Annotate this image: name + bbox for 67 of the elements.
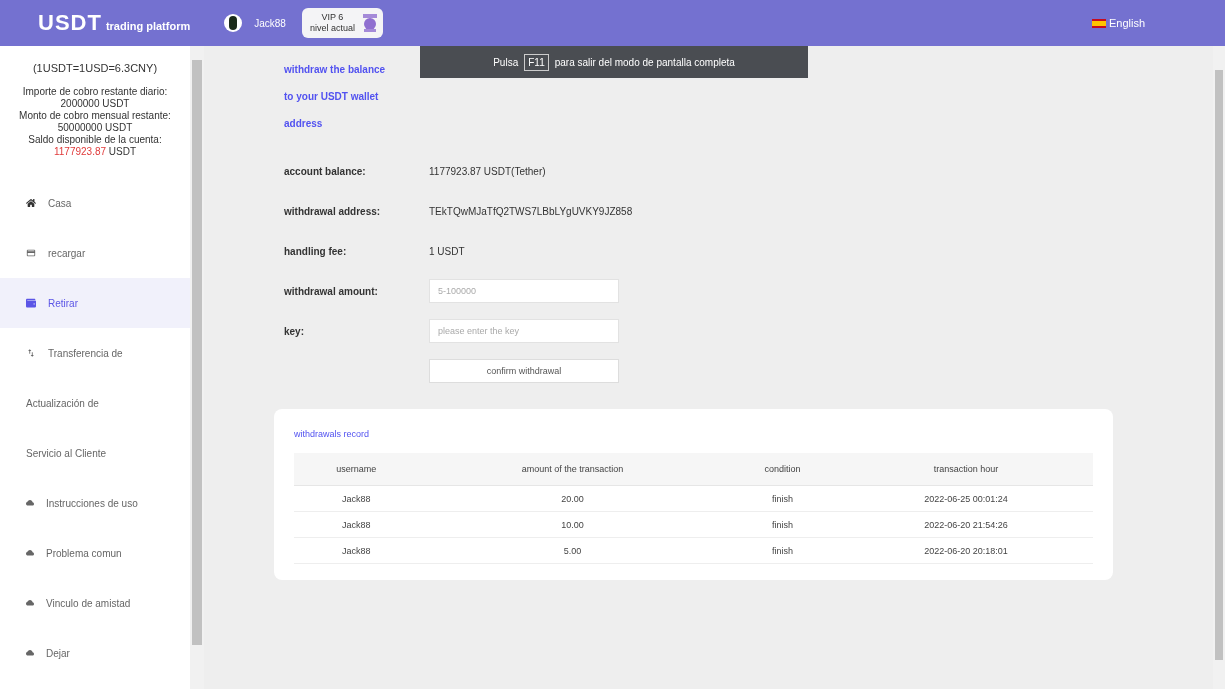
confirm-button[interactable]: confirm withdrawal xyxy=(429,359,619,383)
record-title: withdrawals record xyxy=(294,429,370,439)
table-cell: Jack88 xyxy=(294,511,419,538)
logo-subtitle: trading platform xyxy=(105,20,191,32)
home-icon xyxy=(26,198,36,208)
vip-level: VIP 6 xyxy=(321,12,344,23)
toast-text: Pulsa xyxy=(493,56,519,68)
column-header: username xyxy=(294,453,419,486)
column-header: amount of the transaction xyxy=(418,453,727,486)
available-balance: 1177923.87 USDT xyxy=(53,146,137,158)
wallet-icon xyxy=(26,298,36,308)
table-cell: 10.00 xyxy=(418,511,727,538)
column-header: condition xyxy=(726,453,839,486)
menu-item[interactable]: Casa xyxy=(0,178,190,228)
table-cell: Jack88 xyxy=(294,537,419,564)
table-cell: finish xyxy=(726,485,839,512)
cloud-icon xyxy=(26,499,34,507)
field-label: withdrawal address: xyxy=(284,205,382,217)
menu-item[interactable]: Vinculo de amistad xyxy=(0,578,190,628)
scrollbar-thumb[interactable] xyxy=(1215,70,1223,660)
table-cell: 5.00 xyxy=(418,537,727,564)
menu-item[interactable]: Retirar xyxy=(0,278,190,328)
table-cell: finish xyxy=(726,511,839,538)
vip-caption: nivel actual xyxy=(309,23,355,34)
column-header: transaction hour xyxy=(839,453,1093,486)
logo: USDT xyxy=(38,10,102,36)
username: Jack88 xyxy=(254,17,286,29)
language-selector[interactable]: English xyxy=(1091,17,1145,29)
cloud-icon xyxy=(26,599,34,607)
field-value: 1177923.87 USDT(Tether) xyxy=(429,165,546,177)
key-label: F11 xyxy=(524,53,549,71)
intro-text: withdraw the balance to your USDT wallet address xyxy=(284,63,387,131)
table-cell: 20.00 xyxy=(418,485,727,512)
input-field[interactable]: 5-100000 xyxy=(429,279,619,303)
limit-text: 2000000 USDT xyxy=(60,98,130,110)
menu-item[interactable]: Instrucciones de uso xyxy=(0,478,190,528)
table-cell: 2022-06-20 21:54:26 xyxy=(839,511,1093,538)
cloud-icon xyxy=(26,649,34,657)
avatar xyxy=(224,14,243,32)
table-cell: 2022-06-20 20:18:01 xyxy=(839,537,1093,564)
limit-text: Saldo disponible de la cuenta: xyxy=(28,134,162,146)
limit-text: Monto de cobro mensual restante: xyxy=(19,110,171,122)
input-field[interactable]: please enter the key xyxy=(429,319,619,343)
menu-item[interactable]: Transferencia de xyxy=(0,328,190,378)
card-icon xyxy=(26,248,36,258)
menu-item[interactable]: recargar xyxy=(0,228,190,278)
field-value: TEkTQwMJaTfQ2TWS7LBbLYgUVKY9JZ858 xyxy=(429,205,633,217)
field-value: 1 USDT xyxy=(429,245,465,257)
field-label: key: xyxy=(284,325,305,337)
menu-item[interactable]: Actualización de xyxy=(0,378,190,428)
field-label: withdrawal amount: xyxy=(284,285,379,297)
table-cell: Jack88 xyxy=(294,485,419,512)
field-label: account balance: xyxy=(284,165,367,177)
exchange-rate: (1USDT=1USD=6.3CNY) xyxy=(32,62,158,74)
table-cell: finish xyxy=(726,537,839,564)
flag-icon xyxy=(1091,18,1106,28)
toast-text: para salir del modo de pantalla completa xyxy=(554,56,735,68)
menu-item[interactable]: Servicio al Cliente xyxy=(0,428,190,478)
menu-item[interactable]: Problema comun xyxy=(0,528,190,578)
cloud-icon xyxy=(26,549,34,557)
limit-text: Importe de cobro restante diario: xyxy=(22,86,168,98)
field-label: handling fee: xyxy=(284,245,348,257)
scrollbar-thumb[interactable] xyxy=(192,60,202,645)
limit-text: 50000000 USDT xyxy=(57,122,133,134)
table-cell: 2022-06-25 00:01:24 xyxy=(839,485,1093,512)
transfer-icon xyxy=(26,348,36,358)
menu-item[interactable]: Dejar xyxy=(0,628,190,678)
